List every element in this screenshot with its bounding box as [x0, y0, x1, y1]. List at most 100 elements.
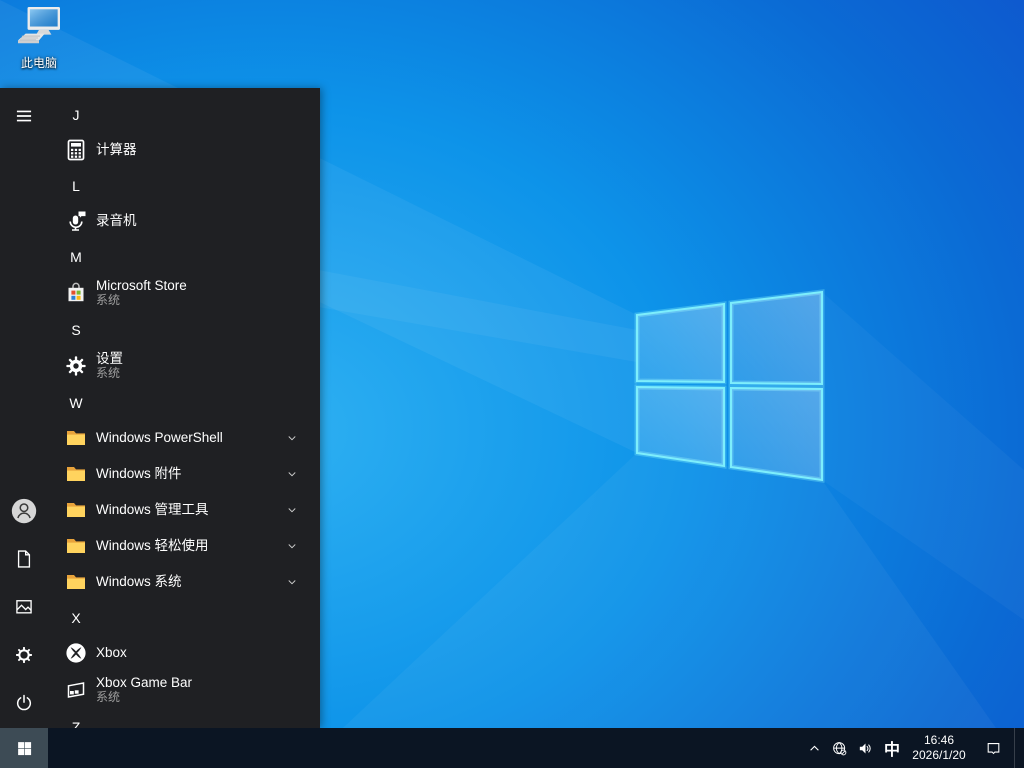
app-label: Windows PowerShell — [96, 430, 223, 446]
start-menu-app-list: J 计算器 L 录音机 M Microsoft Store 系统 S 设置 系统 W Windows … — [48, 88, 320, 728]
app-label: Xbox — [96, 645, 127, 661]
app-text: 录音机 — [96, 213, 137, 229]
folder-icon — [64, 498, 88, 522]
section-letter-M[interactable]: M — [48, 239, 320, 274]
app-label: Xbox Game Bar — [96, 675, 193, 691]
app-text: Windows 附件 — [96, 466, 182, 482]
start-menu-item[interactable]: Windows 管理工具 — [48, 492, 320, 528]
rail-button-pictures[interactable] — [0, 583, 48, 631]
store-icon — [64, 281, 88, 305]
app-sublabel: 系统 — [96, 365, 121, 380]
app-label: Microsoft Store — [96, 278, 187, 294]
app-label: 计算器 — [96, 142, 137, 158]
gear-icon — [64, 354, 88, 378]
rail-button-user[interactable] — [0, 487, 48, 535]
start-button[interactable] — [0, 728, 48, 768]
network-status-button[interactable] — [826, 728, 852, 768]
rail-button-documents[interactable] — [0, 535, 48, 583]
document-icon — [14, 549, 34, 569]
start-menu-item[interactable]: Windows PowerShell — [48, 420, 320, 456]
app-text: Xbox — [96, 645, 127, 661]
app-label: 录音机 — [96, 213, 137, 229]
volume-button[interactable] — [852, 728, 878, 768]
section-letter-W[interactable]: W — [48, 385, 320, 420]
section-letter-label: X — [71, 609, 81, 626]
chevron-down-icon — [286, 432, 298, 444]
start-menu-item[interactable]: Windows 轻松使用 — [48, 528, 320, 564]
app-text: Windows 管理工具 — [96, 502, 209, 518]
start-menu-item[interactable]: Xbox — [48, 635, 320, 671]
speaker-icon — [859, 743, 871, 753]
globe-no-internet-icon — [832, 741, 846, 755]
rail-button-power[interactable] — [0, 679, 48, 727]
section-letter-Z[interactable]: Z — [48, 709, 320, 729]
section-letter-S[interactable]: S — [48, 312, 320, 347]
app-label: Windows 管理工具 — [96, 502, 209, 518]
windows-logo-icon — [17, 741, 31, 755]
action-center-button[interactable] — [972, 728, 1014, 768]
app-label: 设置 — [96, 351, 123, 367]
section-letter-label: W — [69, 394, 83, 411]
chevron-down-icon — [286, 468, 298, 480]
start-menu-item[interactable]: Xbox Game Bar 系统 — [48, 671, 320, 709]
clock-date: 2026/1/20 — [912, 748, 966, 762]
chevron-down-icon — [286, 540, 298, 552]
calculator-icon — [64, 138, 88, 162]
hamburger-icon — [14, 106, 34, 126]
voice-recorder-icon — [64, 209, 88, 233]
app-text: 设置 系统 — [96, 351, 123, 380]
this-pc-icon — [18, 6, 60, 44]
app-text: Windows 系统 — [96, 574, 182, 590]
rail-button-settings[interactable] — [0, 631, 48, 679]
ime-indicator[interactable]: 中 — [878, 728, 906, 768]
app-label: Windows 附件 — [96, 466, 182, 482]
section-letter-label: J — [72, 106, 80, 123]
chevron-down-icon — [286, 504, 298, 516]
section-letter-label: Z — [71, 718, 81, 729]
section-letter-X[interactable]: X — [48, 600, 320, 635]
start-menu: J 计算器 L 录音机 M Microsoft Store 系统 S 设置 系统 W Windows … — [0, 88, 320, 728]
app-label: Windows 系统 — [96, 574, 182, 590]
show-desktop-button[interactable] — [1014, 728, 1024, 768]
section-letter-J[interactable]: J — [48, 97, 320, 132]
clock-time: 16:46 — [923, 733, 955, 747]
chevron-up-icon — [809, 745, 819, 751]
power-icon — [14, 693, 34, 713]
user-icon — [9, 496, 39, 526]
app-text: Microsoft Store 系统 — [96, 278, 187, 307]
folder-icon — [64, 426, 88, 450]
show-hidden-icons-button[interactable] — [802, 728, 826, 768]
section-letter-label: S — [71, 321, 81, 338]
section-letter-L[interactable]: L — [48, 168, 320, 203]
rail-spacer — [0, 140, 48, 487]
ime-label: 中 — [883, 742, 900, 759]
app-text: Windows 轻松使用 — [96, 538, 209, 554]
rail-button-menu[interactable] — [0, 92, 48, 140]
chevron-down-icon — [286, 576, 298, 588]
action-center-icon — [987, 742, 999, 754]
folder-icon — [64, 462, 88, 486]
clock[interactable]: 16:46 2026/1/20 — [906, 728, 972, 768]
taskbar: 中 16:46 2026/1/20 — [0, 728, 1024, 768]
desktop-icon-label: 此电脑 — [20, 56, 57, 70]
start-menu-item[interactable]: Windows 系统 — [48, 564, 320, 600]
section-letter-label: M — [70, 248, 82, 265]
start-menu-item[interactable]: Microsoft Store 系统 — [48, 274, 320, 312]
folder-icon — [64, 534, 88, 558]
start-menu-item[interactable]: 录音机 — [48, 203, 320, 239]
app-sublabel: 系统 — [96, 292, 121, 307]
section-letter-label: L — [72, 177, 80, 194]
system-tray: 中 16:46 2026/1/20 — [802, 728, 1024, 768]
app-text: 计算器 — [96, 142, 137, 158]
app-text: Xbox Game Bar 系统 — [96, 675, 192, 704]
start-menu-rail — [0, 88, 48, 728]
start-menu-item[interactable]: 设置 系统 — [48, 347, 320, 385]
taskbar-empty-area — [48, 728, 802, 768]
xbox-gamebar-icon — [64, 678, 88, 702]
xbox-icon — [64, 641, 88, 665]
pictures-icon — [14, 597, 34, 617]
start-menu-item[interactable]: Windows 附件 — [48, 456, 320, 492]
start-menu-item[interactable]: 计算器 — [48, 132, 320, 168]
desktop-icon-this-pc[interactable]: 此电脑 — [9, 6, 69, 71]
app-label: Windows 轻松使用 — [96, 538, 209, 554]
